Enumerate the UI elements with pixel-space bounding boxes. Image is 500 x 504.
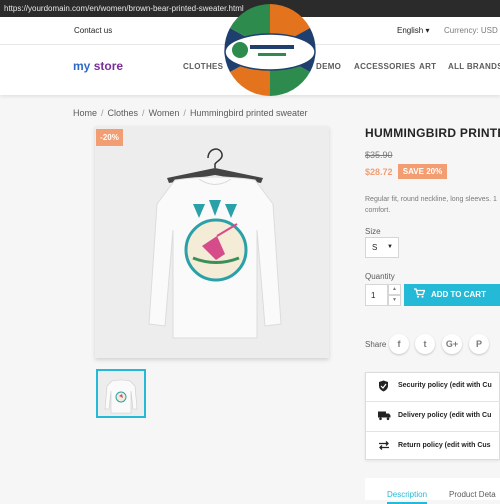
shield-icon <box>379 380 388 392</box>
pinterest-icon[interactable]: P <box>469 334 489 354</box>
breadcrumb-women[interactable]: Women <box>149 108 180 118</box>
add-to-cart-button[interactable]: ADD TO CART <box>404 284 500 306</box>
product-thumbnail[interactable] <box>96 369 146 418</box>
size-label: Size <box>365 227 381 236</box>
cart-icon <box>414 288 426 298</box>
breadcrumb-home[interactable]: Home <box>73 108 97 118</box>
chevron-down-icon: ▼ <box>387 244 393 250</box>
tab-description[interactable]: Description <box>387 490 428 504</box>
security-policy-label: Security policy (edit with Cu <box>398 382 492 389</box>
save-badge: SAVE 20% <box>398 164 447 179</box>
quantity-decrease-button[interactable]: ▼ <box>388 295 401 306</box>
delivery-policy-label: Delivery policy (edit with Cu <box>398 412 492 419</box>
quantity-input[interactable]: 1 <box>365 284 388 306</box>
twitter-icon[interactable]: t <box>415 334 435 354</box>
breadcrumb-clothes[interactable]: Clothes <box>108 108 139 118</box>
breadcrumb-current[interactable]: Hummingbird printed sweater <box>190 108 308 118</box>
regular-price: $35.90 <box>365 150 393 160</box>
divider <box>366 431 500 432</box>
language-selector[interactable]: English ▾ <box>397 26 430 35</box>
truck-icon <box>378 411 391 421</box>
currency-selector[interactable]: Currency: USD <box>444 26 498 35</box>
menu-item-clothes[interactable]: CLOTHES <box>183 62 223 71</box>
menu-item-demo[interactable]: DEMO <box>316 62 341 71</box>
chevron-down-icon: ▼ <box>392 297 397 303</box>
sweater-image <box>148 148 282 339</box>
menu-item-accessories[interactable]: ACCESSORIES <box>354 62 416 71</box>
facebook-icon[interactable]: f <box>389 334 409 354</box>
thumbnail-image <box>104 379 138 414</box>
menu-item-art[interactable]: ART <box>419 62 436 71</box>
logo-part-store: store <box>93 59 124 73</box>
description-line-2: comfort. <box>365 207 391 214</box>
size-select[interactable]: S ▼ <box>365 237 399 258</box>
share-label: Share <box>365 340 387 349</box>
product-tabs: Description Product Deta <box>365 478 500 504</box>
breadcrumb: Home / Clothes / Women / Hummingbird printed s… <box>73 108 308 118</box>
quantity-increase-button[interactable]: ▲ <box>388 284 401 295</box>
tab-product-details[interactable]: Product Deta <box>449 490 496 499</box>
store-logo[interactable]: my store <box>73 59 123 73</box>
description-line-1: Regular fit, round neckline, long sleeve… <box>365 196 497 203</box>
chevron-up-icon: ▲ <box>392 286 397 292</box>
quantity-label: Quantity <box>365 272 395 281</box>
product-title: HUMMINGBIRD PRINTED <box>365 126 500 140</box>
current-price: $28.72 <box>365 167 393 177</box>
language-label: English <box>397 26 424 35</box>
google-plus-icon[interactable]: G+ <box>442 334 462 354</box>
product-description: Regular fit, round neckline, long sleeve… <box>365 194 500 216</box>
exchange-icon <box>379 441 389 450</box>
discount-flag: -20% <box>96 129 123 146</box>
product-main-image[interactable] <box>95 126 329 358</box>
size-value: S <box>372 243 378 252</box>
watermark-badge <box>224 4 316 96</box>
menu-item-all-brands[interactable]: ALL BRANDS <box>448 62 500 71</box>
reassurance-block: Security policy (edit with Cu Delivery p… <box>365 372 500 460</box>
logo-part-my: my <box>73 59 91 73</box>
divider <box>366 401 500 402</box>
add-to-cart-label: ADD TO CART <box>431 290 486 299</box>
return-policy-label: Return policy (edit with Cus <box>398 442 491 449</box>
contact-us-link[interactable]: Contact us <box>74 26 112 35</box>
